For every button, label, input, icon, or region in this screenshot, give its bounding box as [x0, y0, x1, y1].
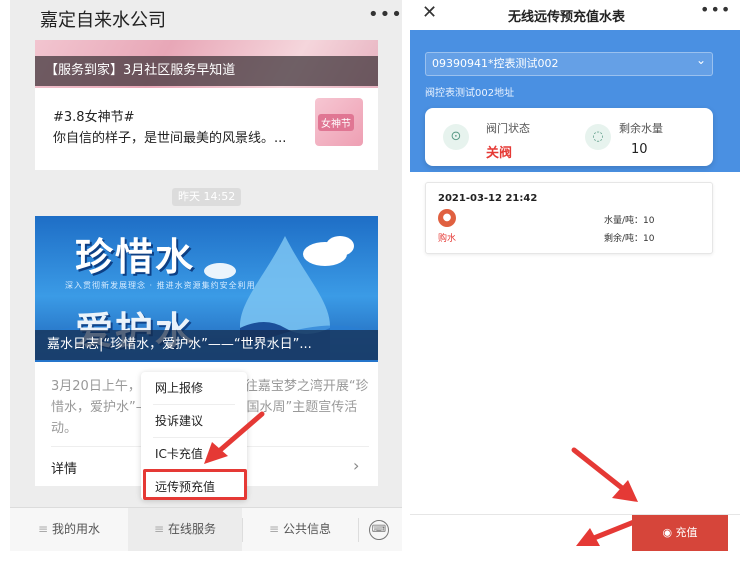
article-summary: 你自信的样子，是世间最美的风景线。...	[53, 131, 287, 146]
banner-headline-cherish: 珍惜水	[75, 235, 196, 279]
wechat-official-account-screen: 【服务到家】3月社区服务早知道 #3.8女神节# 你自信的样子，是世间最美的风景…	[10, 0, 402, 551]
article-hashtag: #3.8女神节#	[53, 110, 135, 125]
app-header: ✕ 无线远传预充值水表 •••	[410, 0, 740, 30]
article-caption: 【服务到家】3月社区服务早知道	[35, 56, 378, 86]
chevron-down-icon[interactable]: ⌄	[696, 53, 706, 67]
nav-tab-my-water[interactable]: ≡ 我的用水	[10, 508, 128, 551]
valve-status-label: 阀门状态	[486, 122, 530, 135]
remaining-water-value: 10	[631, 142, 648, 157]
valve-status-value: 关阀	[486, 146, 513, 161]
bottom-menu-bar: ≡ 我的用水 ≡ 在线服务 ≡ 公共信息 ⌨	[10, 507, 402, 551]
annotation-arrow-icon	[204, 411, 265, 464]
menu-lines-icon: ≡	[37, 522, 49, 536]
chevron-right-icon: ›	[353, 456, 360, 475]
nav-tab-label: 在线服务	[168, 522, 217, 536]
divider	[358, 518, 359, 542]
nav-tab-label: 公共信息	[283, 522, 332, 536]
recharge-label: 充值	[675, 526, 698, 539]
annotation-arrow-icon	[576, 519, 637, 546]
ellipsis-icon[interactable]: •••	[700, 0, 731, 19]
record-time: 2021-03-12 21:42	[438, 193, 538, 204]
meter-status-card: ⊙ 阀门状态 关阀 ◌ 剩余水量 10	[425, 108, 713, 166]
keyboard-icon[interactable]: ⌨	[369, 520, 389, 540]
check-circle-icon: ◉	[662, 526, 676, 539]
menu-lines-icon: ≡	[268, 522, 280, 536]
record-amount: 水量/吨：10	[604, 216, 655, 226]
app-header: 嘉定自来水公司 •••	[10, 0, 402, 40]
menu-lines-icon: ≡	[153, 522, 165, 536]
nav-tab-label: 我的用水	[52, 522, 101, 536]
ellipsis-icon[interactable]: •••	[368, 4, 402, 25]
water-drop-icon: ◌	[585, 124, 611, 150]
article-thumbnail: 女神节	[315, 98, 363, 146]
menu-item-online-repair[interactable]: 网上报修	[141, 372, 247, 404]
record-remaining: 剩余/吨：10	[604, 234, 655, 244]
user-icon: ●	[438, 209, 456, 227]
record-type: 购水	[438, 234, 457, 244]
page-title: 无线远传预充值水表	[508, 10, 626, 25]
account-title: 嘉定自来水公司	[40, 10, 166, 31]
banner-subline: 深入贯彻新发展理念 · 推进水资源集约安全利用	[65, 281, 256, 290]
annotation-arrow-icon	[571, 447, 638, 502]
nav-tab-online-service[interactable]: ≡ 在线服务	[128, 508, 242, 551]
purchase-record[interactable]: 2021-03-12 21:42 ● 购水 水量/吨：10 剩余/吨：10	[425, 182, 713, 254]
detail-link[interactable]: 详情	[51, 458, 77, 477]
close-icon[interactable]: ✕	[422, 2, 437, 23]
message-timestamp: 昨天 14:52	[172, 188, 242, 206]
thumbnail-label: 女神节	[318, 114, 354, 131]
nav-tab-public-info[interactable]: ≡ 公共信息	[242, 508, 358, 551]
remaining-water-label: 剩余水量	[619, 122, 663, 135]
valve-icon: ⊙	[443, 124, 469, 150]
meter-address: 阀控表测试002地址	[425, 88, 515, 99]
prepay-meter-screen: ✕ 无线远传预充值水表 ••• 09390941*控表测试002 ⌄ 阀控表测试…	[410, 0, 740, 551]
highlight-box	[143, 469, 247, 500]
meter-select[interactable]: 09390941*控表测试002	[425, 52, 713, 76]
article-caption: 嘉水日志|“珍惜水，爱护水”——“世界水日”...	[35, 330, 378, 360]
article-banner-image: 珍惜水 深入贯彻新发展理念 · 推进水资源集约安全利用 爱护水 嘉水日志|“珍惜…	[35, 216, 378, 362]
recharge-button[interactable]: ◉ 充值	[632, 515, 728, 551]
